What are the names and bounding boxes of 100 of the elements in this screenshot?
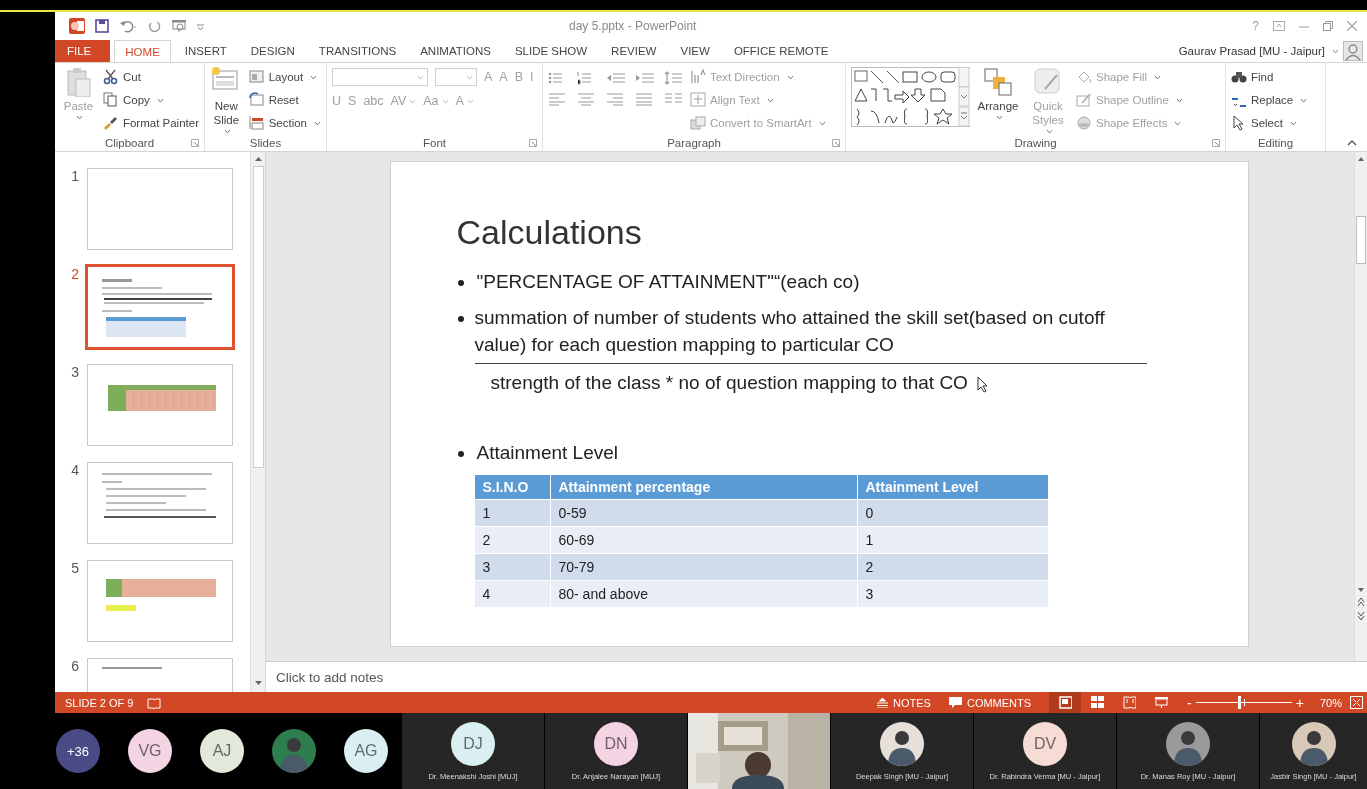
ribbon-tab[interactable]: OFFICE REMOTE [723, 40, 839, 62]
ribbon-button[interactable]: Copy [102, 90, 199, 110]
ribbon-button[interactable]: Select [1231, 113, 1308, 133]
zoom-level: 70% [1319, 696, 1342, 709]
table-cell: 4 [474, 580, 550, 607]
reset-icon [248, 92, 265, 108]
ribbon-button[interactable]: Cut [102, 67, 199, 87]
table-cell: 60-69 [550, 526, 857, 554]
zoom-in-button[interactable]: + [1295, 694, 1304, 711]
ribbon-tab[interactable]: DESIGN [240, 40, 305, 62]
ribbon-button[interactable]: Arrange [976, 67, 1020, 120]
slide-thumbnail[interactable] [87, 168, 233, 250]
slide-number: 3 [70, 364, 79, 382]
undo-icon[interactable] [119, 19, 137, 33]
comment-icon [948, 697, 962, 708]
brush-icon [102, 115, 119, 131]
ribbon-tab[interactable]: INSERT [174, 40, 237, 62]
ribbon-display-icon[interactable] [1273, 21, 1285, 31]
collapse-ribbon-icon[interactable] [1347, 139, 1357, 146]
column-header: Attainment Level [857, 475, 1048, 500]
presentation-icon[interactable] [171, 19, 187, 33]
ribbon-tab[interactable]: ANIMATIONS [410, 40, 501, 62]
scrollbar-thumb[interactable] [252, 166, 264, 468]
binoculars-icon [1231, 69, 1247, 85]
scrollbar-thumb[interactable] [1356, 216, 1366, 264]
participant-initials: DV [1023, 721, 1067, 766]
notes-field[interactable]: Click to add notes [276, 669, 384, 685]
slider-thumb[interactable] [1237, 696, 1241, 709]
view-button[interactable] [1049, 692, 1082, 713]
column-header: Attainment percentage [550, 475, 857, 500]
scroll-up-icon[interactable] [1357, 156, 1365, 162]
dialog-launcher-icon[interactable] [191, 139, 199, 147]
customize-icon[interactable] [197, 22, 204, 30]
columns-icon[interactable] [664, 92, 684, 106]
notes-button[interactable]: NOTES [877, 696, 931, 709]
previous-slide-icon[interactable] [1357, 597, 1365, 607]
help-button[interactable]: ? [1252, 19, 1259, 33]
table-cell: 3 [857, 580, 1048, 607]
file-tab[interactable]: FILE [55, 40, 111, 62]
ribbon-button[interactable]: Format Painter [102, 113, 199, 133]
notes-page-icon[interactable] [147, 696, 162, 709]
ribbon-tab[interactable]: TRANSITIONS [308, 40, 407, 62]
justify-icon[interactable] [635, 92, 655, 106]
ribbon-tab[interactable]: HOME [114, 40, 171, 63]
increase-indent-icon[interactable] [635, 71, 655, 85]
ribbon-button[interactable]: Find [1231, 67, 1308, 87]
paint-bucket-icon [1076, 69, 1092, 85]
zoom-out-button[interactable]: - [1187, 694, 1192, 711]
scissors-icon [102, 69, 119, 85]
normal-view-icon [1058, 696, 1072, 709]
pencil-icon [1076, 92, 1092, 108]
ribbon-button[interactable]: New Slide [210, 67, 243, 134]
slide-sorter-icon [1090, 696, 1104, 709]
ribbon-tab[interactable]: VIEW [670, 40, 720, 62]
ribbon-button[interactable]: Section [248, 113, 321, 133]
user-avatar-icon[interactable] [1343, 41, 1363, 61]
scroll-down-icon[interactable] [1357, 587, 1365, 593]
align-text-icon [690, 92, 706, 108]
align-center-icon[interactable] [577, 92, 597, 106]
scroll-up-icon[interactable] [253, 156, 263, 162]
group-label: Drawing [1014, 136, 1057, 149]
next-slide-icon[interactable] [1357, 611, 1365, 621]
table-cell: 3 [474, 553, 550, 581]
slide-show-icon [1154, 696, 1168, 709]
ribbon-button[interactable]: Replace [1231, 90, 1308, 110]
close-icon[interactable] [1347, 21, 1357, 31]
comments-button[interactable]: COMMENTS [948, 696, 1032, 709]
align-left-icon[interactable] [548, 92, 568, 106]
shapes-gallery-drawing[interactable] [851, 67, 970, 127]
slide-thumbnail[interactable] [85, 264, 235, 350]
restore-icon[interactable] [1323, 21, 1333, 31]
slide-number: 5 [70, 560, 79, 578]
line-spacing-icon[interactable] [664, 71, 684, 85]
slide-thumbnail[interactable] [87, 560, 233, 642]
layout-icon [248, 69, 265, 85]
redo-icon[interactable] [147, 19, 161, 33]
ribbon-tab[interactable]: SLIDE SHOW [504, 40, 598, 62]
dialog-launcher-icon[interactable] [832, 139, 840, 147]
section-icon [248, 115, 265, 131]
dialog-launcher-icon[interactable] [529, 139, 537, 147]
decrease-indent-icon[interactable] [606, 71, 626, 85]
participant-initials: DJ [451, 721, 495, 766]
participant-initials: VG [128, 729, 172, 773]
slide-thumbnail[interactable] [87, 364, 233, 446]
slide-thumbnail[interactable] [87, 462, 233, 544]
dialog-launcher-icon[interactable] [1212, 139, 1220, 147]
fit-slide-icon[interactable] [1350, 696, 1363, 709]
ribbon-button[interactable]: Layout [248, 67, 321, 87]
ribbon-tab[interactable]: REVIEW [601, 40, 667, 62]
bullet-icon [456, 279, 465, 287]
ribbon-button[interactable]: Reset [248, 90, 321, 110]
scroll-down-icon[interactable] [253, 680, 263, 686]
save-icon[interactable] [95, 19, 109, 33]
user-name[interactable]: Gaurav Prasad [MU - Jaipur] [1178, 45, 1325, 57]
group-label: Slides [249, 136, 282, 149]
align-right-icon[interactable] [606, 92, 626, 106]
more-participants-button[interactable]: +36 [56, 729, 100, 773]
notes-icon [877, 697, 889, 708]
caret-icon [1332, 48, 1339, 54]
slide-title: Calculations [456, 212, 643, 253]
